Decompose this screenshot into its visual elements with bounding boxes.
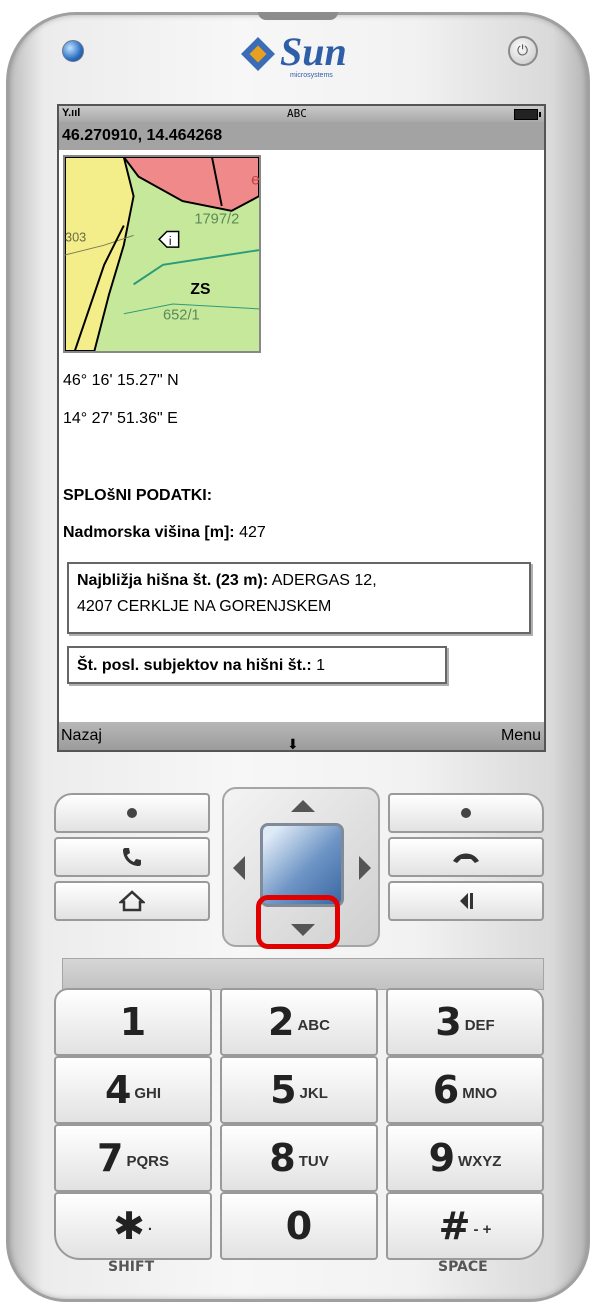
end-call-key[interactable]	[388, 837, 544, 877]
key-0[interactable]: 0	[220, 1192, 378, 1260]
sun-logo: Sun microsystems	[238, 24, 368, 84]
key-digit: 1	[119, 1000, 147, 1044]
key-digit: 6	[432, 1068, 460, 1112]
clear-key[interactable]	[388, 881, 544, 921]
key-3[interactable]: 3 DEF	[386, 988, 544, 1056]
nearest-house-box[interactable]: Najbližja hišna št. (23 m): ADERGAS 12, …	[67, 562, 531, 634]
key-star[interactable]: ✱ ·	[54, 1192, 212, 1260]
phone-top-notch	[258, 12, 338, 20]
left-soft-key[interactable]	[54, 793, 210, 833]
dot-icon	[461, 808, 471, 818]
key-hash[interactable]: # - +	[386, 1192, 544, 1260]
right-soft-key[interactable]	[388, 793, 544, 833]
status-bar: Y.ııl ABC	[59, 106, 544, 122]
latitude-dms: 46° 16' 15.27" N	[63, 372, 179, 389]
map-label-303: 303	[65, 229, 86, 244]
nav-down-highlight	[256, 895, 340, 949]
backspace-icon	[460, 893, 473, 909]
key-9[interactable]: 9 WXYZ	[386, 1124, 544, 1192]
key-5[interactable]: 5 JKL	[220, 1056, 378, 1124]
altitude-row: Nadmorska višina [m]: 427	[63, 524, 266, 542]
space-label: SPACE	[438, 1259, 488, 1275]
shift-label: SHIFT	[108, 1259, 155, 1275]
call-key[interactable]	[54, 837, 210, 877]
key-1[interactable]: 1	[54, 988, 212, 1056]
key-2[interactable]: 2 ABC	[220, 988, 378, 1056]
key-digit: 3	[435, 1000, 462, 1044]
hang-up-icon	[453, 853, 479, 863]
key-4[interactable]: 4 GHI	[54, 1056, 212, 1124]
svg-text:i: i	[169, 235, 172, 248]
softkey-menu-label[interactable]: Menu	[501, 722, 541, 750]
altitude-label: Nadmorska višina [m]:	[63, 524, 235, 541]
key-letters: ·	[147, 1220, 153, 1238]
nav-up-icon[interactable]	[290, 799, 316, 813]
nearest-house-value-2: 4207 CERKLJE NA GORENJSKEM	[77, 598, 332, 615]
phone-call-icon	[123, 848, 141, 866]
signal-strength-icon: Y.ııl	[62, 107, 81, 119]
key-digit: 4	[104, 1068, 132, 1112]
phone-screen: Y.ııl ABC 46.270910, 14.464268 e 1797/2 …	[57, 104, 546, 752]
key-digit: 9	[428, 1136, 456, 1180]
map-label-zs: ZS	[190, 281, 210, 298]
key-7[interactable]: 7 PQRS	[54, 1124, 212, 1192]
scroll-down-indicator-icon: ⬇	[287, 736, 299, 752]
home-key[interactable]	[54, 881, 210, 921]
key-letters: GHI	[134, 1084, 162, 1102]
section-heading: SPLOšNI PODATKI:	[63, 487, 213, 504]
key-8[interactable]: 8 TUV	[220, 1124, 378, 1192]
key-digit: 0	[285, 1204, 313, 1248]
key-letters: DEF	[464, 1016, 495, 1034]
coordinates-header: 46.270910, 14.464268	[59, 122, 544, 150]
key-digit: #	[438, 1204, 471, 1248]
battery-icon	[514, 109, 541, 120]
parcel-map-thumbnail[interactable]: e 1797/2 ZS 652/1 303 i	[63, 155, 261, 353]
home-icon	[119, 890, 145, 912]
key-6[interactable]: 6 MNO	[386, 1056, 544, 1124]
nav-left-icon[interactable]	[232, 855, 246, 881]
key-digit: 2	[268, 1000, 295, 1044]
softkey-bar: Nazaj ⬇ Menu	[59, 722, 544, 750]
key-letters: MNO	[462, 1084, 498, 1102]
map-label-652-1: 652/1	[163, 308, 200, 324]
sun-logo-sub: microsystems	[290, 72, 333, 79]
key-digit: 7	[97, 1136, 124, 1180]
business-subjects-value: 1	[316, 657, 326, 674]
sun-diamond-icon	[241, 37, 275, 71]
key-digit: 5	[270, 1068, 297, 1112]
map-label-e: e	[251, 171, 260, 188]
altitude-value: 427	[239, 524, 266, 541]
keypad-divider	[62, 958, 544, 990]
key-letters: PQRS	[126, 1152, 169, 1170]
indicator-led-icon	[62, 40, 84, 62]
key-digit: ✱	[113, 1204, 145, 1248]
business-subjects-box[interactable]: Št. posl. subjektov na hišni št.: 1	[67, 646, 447, 684]
key-letters: ABC	[297, 1016, 330, 1034]
power-icon: ⏻	[517, 42, 529, 58]
key-letters: JKL	[299, 1084, 328, 1102]
nav-right-icon[interactable]	[358, 855, 372, 881]
input-mode-label: ABC	[287, 107, 307, 120]
power-button[interactable]: ⏻	[508, 36, 538, 66]
softkey-back-label[interactable]: Nazaj	[61, 722, 102, 750]
dot-icon	[127, 808, 137, 818]
nearest-house-value-1: ADERGAS 12,	[271, 572, 377, 589]
key-letters: WXYZ	[458, 1152, 502, 1170]
business-subjects-label: Št. posl. subjektov na hišni št.:	[77, 657, 312, 674]
nearest-house-label: Najbližja hišna št. (23 m):	[77, 572, 269, 589]
sun-logo-word: Sun	[280, 29, 347, 74]
key-letters: TUV	[298, 1152, 329, 1170]
key-digit: 8	[269, 1136, 296, 1180]
key-letters: - +	[473, 1220, 492, 1238]
map-label-1797-2: 1797/2	[194, 212, 239, 228]
longitude-dms: 14° 27' 51.36" E	[63, 410, 178, 427]
